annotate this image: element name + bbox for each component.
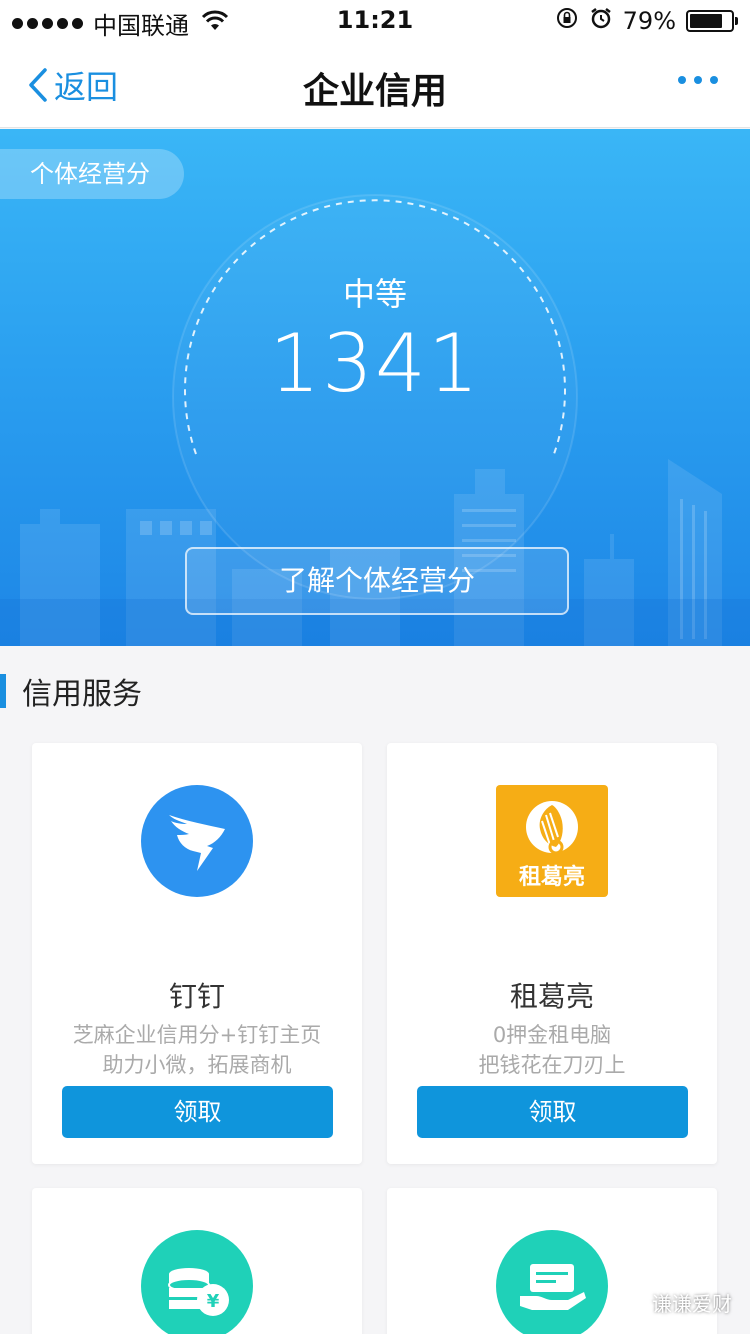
watermark: 谦谦爱财 (610, 1288, 732, 1317)
rotation-lock-icon (555, 6, 579, 36)
score-type-tag[interactable]: 个体经营分 (0, 149, 184, 199)
status-right: 79% (555, 6, 738, 36)
page-title: 企业信用 (302, 71, 447, 112)
service-card-dingtalk[interactable]: 钉钉 芝麻企业信用分+钉钉主页 助力小微，拓展商机 领取 (32, 743, 362, 1164)
credit-score: 1341 (269, 317, 481, 410)
status-bar: 中国联通 11:21 79% (0, 0, 750, 40)
dingtalk-logo-icon (141, 785, 253, 897)
card-description-line-2: 把钱花在刀刃上 (478, 1053, 626, 1077)
learn-more-button[interactable]: 了解个体经营分 (185, 547, 569, 615)
section-accent-bar (0, 674, 6, 708)
claim-button[interactable]: 领取 (62, 1086, 333, 1138)
claim-button[interactable]: 领取 (417, 1086, 688, 1138)
nav-bar: 返回 企业信用 (0, 40, 750, 128)
service-card-zugeliang[interactable]: 租葛亮 租葛亮 0押金租电脑 把钱花在刀刃上 领取 (387, 743, 717, 1164)
card-in-hand-icon (496, 1230, 608, 1334)
card-title: 租葛亮 (509, 980, 594, 1013)
alarm-icon (589, 6, 613, 36)
coins-yen-icon: ¥ (141, 1230, 253, 1334)
score-hero: 个体经营分 中等 1341 了解个体经营分 (0, 129, 750, 646)
watermark-text: 谦谦爱财 (652, 1292, 732, 1316)
section-title: 信用服务 (22, 677, 142, 712)
card-description-line-2: 助力小微，拓展商机 (102, 1053, 292, 1077)
section-header: 信用服务 (0, 668, 142, 714)
zugeliang-logo-text: 租葛亮 (518, 865, 585, 890)
battery-percent: 79% (622, 7, 676, 35)
wechat-icon (611, 1290, 643, 1314)
card-title: 钉钉 (168, 980, 225, 1013)
service-card-coins[interactable]: ¥ (32, 1188, 362, 1334)
svg-text:¥: ¥ (207, 1291, 220, 1312)
zugeliang-logo-icon: 租葛亮 (496, 785, 608, 897)
more-dots-icon[interactable] (678, 76, 718, 84)
battery-icon (686, 10, 738, 32)
credit-level: 中等 (342, 275, 407, 313)
card-description-line-1: 0押金租电脑 (492, 1023, 612, 1047)
card-description-line-1: 芝麻企业信用分+钉钉主页 (72, 1023, 322, 1047)
